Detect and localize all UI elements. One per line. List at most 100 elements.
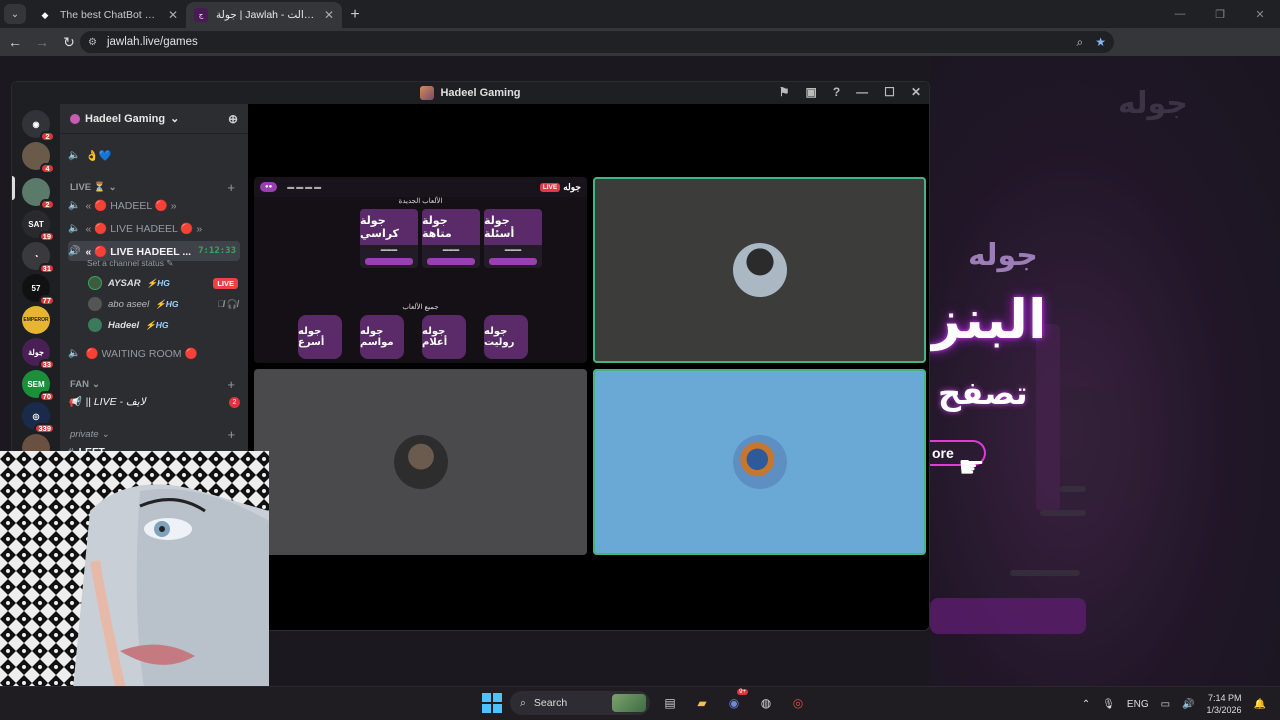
speaker-icon: 🔈 [68,347,81,359]
close-icon[interactable]: ✕ [911,85,921,99]
reload-icon[interactable]: ↻ [57,30,81,54]
channel-name: 🔴 WAITING ROOM 🔴 [85,347,198,360]
voice-member-aysar[interactable]: AYSAR ⚡HG LIVE [88,274,238,292]
invite-people-icon[interactable]: ⊕ [228,112,238,126]
server-icon-sat[interactable]: SAT 19 [22,210,55,242]
volume-icon[interactable]: 🔊 [1182,699,1194,710]
screen-share-icon[interactable]: ▣ [805,85,816,99]
discord-home-icon[interactable]: ◉ 2 [22,110,55,142]
screen: { "browser": { "tabs": [ {"title": "The … [0,0,1280,720]
bookmark-star-icon[interactable]: ★ [1095,35,1106,49]
create-channel-icon[interactable]: + [227,427,235,442]
live-badge: LIVE [213,277,238,289]
display-icon[interactable]: ▭ [1161,699,1170,710]
server-icon-sem[interactable]: SEM 70 [22,370,55,402]
channel-name: 👌💙 [85,149,112,162]
voice-channel-live-hadeel[interactable]: 🔈 « 🔴 LIVE HADEEL 🔴 » [68,219,240,237]
flag-icon[interactable]: ⚑ [779,85,790,99]
tab-search-button[interactable]: ⌄ [4,4,26,24]
server-name: Hadeel Gaming [85,112,166,125]
microphone-icon[interactable]: 🎙 [1102,699,1115,710]
browser-tab-jawlah[interactable]: ج جولة | Jawlah - منصة الألعاب الت... ✕ [186,2,342,28]
server-icon[interactable]: 4 [22,142,55,174]
voice-member-abo-aseel[interactable]: abo aseel ⚡HG 🎙̸ 🎧̸ [88,295,238,313]
chevron-down-icon: ⌄ [92,379,100,390]
clock[interactable]: 7:14 PM 1/3/2026 [1207,692,1242,716]
create-channel-icon[interactable]: + [227,377,235,392]
zoom-icon[interactable]: ⌕ [1077,35,1084,50]
close-window-icon[interactable]: ✕ [1240,4,1280,24]
category-fan[interactable]: FAN ⌄ + [70,377,235,392]
chrome-icon[interactable]: ◎ [786,691,810,715]
server-icon-emperor[interactable]: EMPEROR [22,306,50,334]
hero-card [1036,324,1060,510]
url-text: jawlah.live/games [106,36,198,48]
windows-start-icon[interactable] [482,693,502,713]
close-tab-icon[interactable]: ✕ [324,8,334,22]
game-tile-label: جوله أعلام [422,326,448,348]
file-explorer-icon[interactable]: ▰ [690,691,714,715]
restore-icon[interactable]: ❐ [1200,4,1240,24]
minimize-icon[interactable]: — [856,85,868,99]
channel-name: « 🔴 LIVE HADEEL 🔴 » [85,222,203,235]
live-badge: LIVE [539,182,561,192]
task-view-icon[interactable]: ▤ [658,691,682,715]
avatar [732,435,787,489]
category-label: private [70,429,99,440]
participant-tile[interactable] [593,177,926,363]
announcement-icon: 📢 [68,396,81,408]
browser-tab-chatbot[interactable]: ◆ The best ChatBot and Widgets ✕ [30,2,186,28]
notification-badge: 33 [38,359,55,370]
chevron-up-icon[interactable]: ⌃ [1082,699,1090,710]
maximize-icon[interactable]: ☐ [884,85,895,99]
game-tile: جوله مواسم [360,315,404,359]
language-indicator[interactable]: ENG [1127,699,1149,710]
game-play-button [427,258,475,265]
taskbar-search[interactable]: ⌕ Search [510,691,650,715]
minimize-icon[interactable]: — [1160,4,1200,24]
site-logo[interactable]: جوله [1118,86,1188,121]
window-titlebar: Hadeel Gaming ⚑ ▣ ? — ☐ ✕ [12,82,929,104]
avatar [393,435,448,489]
forward-arrow-icon[interactable]: → [30,30,54,54]
hero-title: البنز [930,288,1047,351]
voice-channel-reactions[interactable]: 🔈 👌💙 [68,146,240,164]
category-live[interactable]: LIVE ⏳ ⌄ + [70,180,235,195]
close-tab-icon[interactable]: ✕ [168,8,178,22]
server-icon[interactable]: 2 [22,178,55,210]
voice-member-hadeel[interactable]: Hadeel ⚡HG [88,316,238,334]
server-header[interactable]: Hadeel Gaming ⌄ ⊕ [60,104,248,134]
server-icon[interactable]: ◎ 339 [22,402,55,434]
participant-tile[interactable] [254,369,587,555]
server-icon-jawla[interactable]: جولة 33 [22,338,55,370]
address-bar[interactable]: ⚙ jawlah.live/games ⌕ ★ [80,31,1114,53]
site-info-icon[interactable]: ⚙ [88,37,97,48]
game-art: جولة أسئلة [484,209,542,245]
discord-taskbar-icon[interactable]: ◉ 9+ [722,689,748,715]
notifications-icon[interactable]: 🔔 [1254,699,1266,710]
tab-title: The best ChatBot and Widgets [60,9,160,21]
notification-badge: 2 [40,131,55,142]
channel-name: || LIVE - لايف [85,396,146,408]
shared-site-nav: ●● ▬ ▬ ▬ ▬ LIVE جوله [254,177,587,197]
hero-logo: جوله [968,238,1038,273]
category-private[interactable]: private ⌄ + [70,427,235,442]
channel-name: « 🔴 LIVE HADEEL ... [85,245,192,258]
pointer-hand-icon: ☛ [958,451,985,484]
create-channel-icon[interactable]: + [227,180,235,195]
help-icon[interactable]: ? [833,85,840,99]
voice-channel-hadeel[interactable]: 🔈 « 🔴 HADEEL 🔴 » [68,196,240,214]
window-controls: — ❐ ✕ [1160,4,1280,24]
new-tab-button[interactable]: + [342,3,368,27]
back-arrow-icon[interactable]: ← [3,30,27,54]
hero-cta-button[interactable] [930,598,1086,634]
voice-channel-waiting-room[interactable]: 🔈 🔴 WAITING ROOM 🔴 [68,344,240,362]
mention-badge: 2 [229,396,240,408]
screen-share-tile[interactable]: ●● ▬ ▬ ▬ ▬ LIVE جوله الألعاب الجديدة جول… [254,177,587,363]
channel-live-fan[interactable]: 📢 || LIVE - لايف 2 [68,393,240,411]
server-icon[interactable]: ◔ 31 [22,242,55,274]
server-icon[interactable]: 57 77 [22,274,55,306]
channel-status-hint[interactable]: Set a channel status ✎ [87,258,174,269]
participant-tile[interactable] [593,369,926,555]
app-icon[interactable]: ◍ [754,691,778,715]
